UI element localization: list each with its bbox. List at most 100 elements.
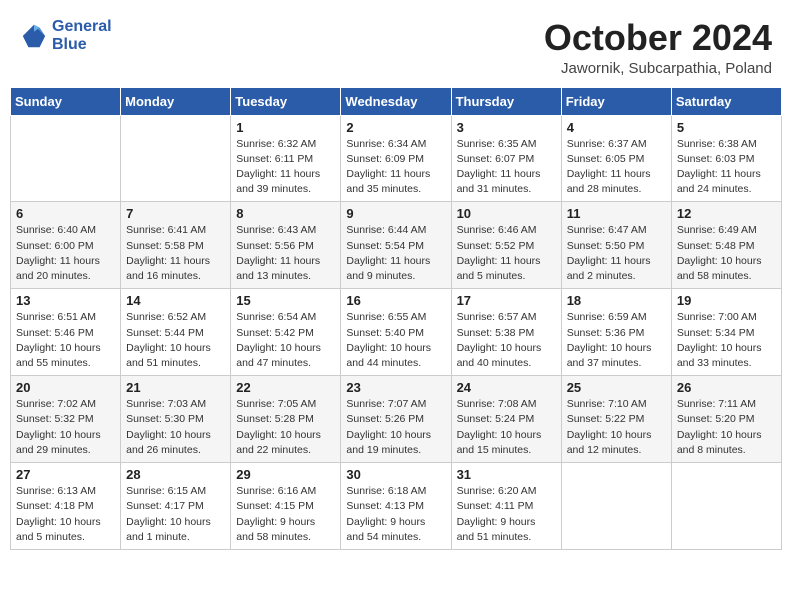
calendar-cell: 8Sunrise: 6:43 AMSunset: 5:56 PMDaylight… (231, 202, 341, 289)
day-info: Sunrise: 6:38 AMSunset: 6:03 PMDaylight:… (677, 137, 776, 198)
page-header: General Blue October 2024 Jawornik, Subc… (10, 10, 782, 81)
day-number: 15 (236, 293, 335, 308)
day-info: Sunrise: 6:32 AMSunset: 6:11 PMDaylight:… (236, 137, 335, 198)
day-number: 16 (346, 293, 445, 308)
day-number: 22 (236, 380, 335, 395)
day-info: Sunrise: 6:55 AMSunset: 5:40 PMDaylight:… (346, 310, 445, 371)
day-info: Sunrise: 6:59 AMSunset: 5:36 PMDaylight:… (567, 310, 666, 371)
calendar-cell: 12 Sunrise: 6:49 AMSunset: 5:48 PMDayligh… (671, 202, 781, 289)
day-info: Sunrise: 6:34 AMSunset: 6:09 PMDaylight:… (346, 137, 445, 198)
day-number: 20 (16, 380, 115, 395)
logo-text: General Blue (52, 18, 112, 53)
day-number: 27 (16, 467, 115, 482)
day-header-thursday: Thursday (451, 87, 561, 115)
day-number: 7 (126, 206, 225, 221)
calendar-cell: 27 Sunrise: 6:13 AMSunset: 4:18 PMDayligh… (11, 463, 121, 550)
calendar-cell: 9Sunrise: 6:44 AMSunset: 5:54 PMDaylight… (341, 202, 451, 289)
calendar-cell: 23 Sunrise: 7:07 AMSunset: 5:26 PMDayligh… (341, 376, 451, 463)
day-info: Sunrise: 7:05 AMSunset: 5:28 PMDaylight:… (236, 397, 335, 458)
day-header-tuesday: Tuesday (231, 87, 341, 115)
day-info: Sunrise: 6:46 AMSunset: 5:52 PMDaylight:… (457, 223, 556, 284)
day-number: 8 (236, 206, 335, 221)
day-info: Sunrise: 6:15 AMSunset: 4:17 PMDaylight:… (126, 484, 225, 545)
calendar-week-3: 13 Sunrise: 6:51 AMSunset: 5:46 PMDayligh… (11, 289, 782, 376)
calendar-cell (671, 463, 781, 550)
day-info: Sunrise: 7:11 AMSunset: 5:20 PMDaylight:… (677, 397, 776, 458)
day-info: Sunrise: 6:52 AMSunset: 5:44 PMDaylight:… (126, 310, 225, 371)
calendar-cell (561, 463, 671, 550)
calendar-week-4: 20Sunrise: 7:02 AMSunset: 5:32 PMDayligh… (11, 376, 782, 463)
day-number: 4 (567, 120, 666, 135)
logo: General Blue (20, 18, 112, 53)
calendar-cell (11, 115, 121, 202)
day-info: Sunrise: 6:51 AMSunset: 5:46 PMDaylight:… (16, 310, 115, 371)
day-info: Sunrise: 7:03 AMSunset: 5:30 PMDaylight:… (126, 397, 225, 458)
day-info: Sunrise: 6:18 AMSunset: 4:13 PMDaylight:… (346, 484, 445, 545)
day-number: 10 (457, 206, 556, 221)
calendar-cell: 1 Sunrise: 6:32 AMSunset: 6:11 PMDaylight… (231, 115, 341, 202)
day-info: Sunrise: 6:35 AMSunset: 6:07 PMDaylight:… (457, 137, 556, 198)
calendar-cell (121, 115, 231, 202)
day-info: Sunrise: 6:54 AMSunset: 5:42 PMDaylight:… (236, 310, 335, 371)
calendar-cell: 7 Sunrise: 6:41 AMSunset: 5:58 PMDaylight… (121, 202, 231, 289)
calendar-cell: 3 Sunrise: 6:35 AMSunset: 6:07 PMDaylight… (451, 115, 561, 202)
day-number: 3 (457, 120, 556, 135)
day-info: Sunrise: 6:13 AMSunset: 4:18 PMDaylight:… (16, 484, 115, 545)
day-info: Sunrise: 6:37 AMSunset: 6:05 PMDaylight:… (567, 137, 666, 198)
day-info: Sunrise: 6:47 AMSunset: 5:50 PMDaylight:… (567, 223, 666, 284)
calendar-cell: 14 Sunrise: 6:52 AMSunset: 5:44 PMDayligh… (121, 289, 231, 376)
day-info: Sunrise: 6:40 AMSunset: 6:00 PMDaylight:… (16, 223, 115, 284)
day-info: Sunrise: 6:20 AMSunset: 4:11 PMDaylight:… (457, 484, 556, 545)
calendar-cell: 18 Sunrise: 6:59 AMSunset: 5:36 PMDayligh… (561, 289, 671, 376)
day-info: Sunrise: 6:44 AMSunset: 5:54 PMDaylight:… (346, 223, 445, 284)
day-number: 1 (236, 120, 335, 135)
day-number: 28 (126, 467, 225, 482)
calendar-week-2: 6 Sunrise: 6:40 AMSunset: 6:00 PMDaylight… (11, 202, 782, 289)
day-number: 29 (236, 467, 335, 482)
calendar-cell: 24 Sunrise: 7:08 AMSunset: 5:24 PMDayligh… (451, 376, 561, 463)
day-info: Sunrise: 6:49 AMSunset: 5:48 PMDaylight:… (677, 223, 776, 284)
day-info: Sunrise: 6:41 AMSunset: 5:58 PMDaylight:… (126, 223, 225, 284)
calendar-week-5: 27 Sunrise: 6:13 AMSunset: 4:18 PMDayligh… (11, 463, 782, 550)
day-info: Sunrise: 7:10 AMSunset: 5:22 PMDaylight:… (567, 397, 666, 458)
day-info: Sunrise: 7:00 AMSunset: 5:34 PMDaylight:… (677, 310, 776, 371)
day-number: 14 (126, 293, 225, 308)
day-number: 19 (677, 293, 776, 308)
day-number: 30 (346, 467, 445, 482)
day-header-wednesday: Wednesday (341, 87, 451, 115)
day-header-saturday: Saturday (671, 87, 781, 115)
calendar-cell: 25 Sunrise: 7:10 AMSunset: 5:22 PMDayligh… (561, 376, 671, 463)
day-number: 18 (567, 293, 666, 308)
calendar-cell: 31Sunrise: 6:20 AMSunset: 4:11 PMDayligh… (451, 463, 561, 550)
calendar-cell: 26 Sunrise: 7:11 AMSunset: 5:20 PMDayligh… (671, 376, 781, 463)
day-header-sunday: Sunday (11, 87, 121, 115)
calendar-cell: 4 Sunrise: 6:37 AMSunset: 6:05 PMDaylight… (561, 115, 671, 202)
day-number: 21 (126, 380, 225, 395)
calendar-cell: 17Sunrise: 6:57 AMSunset: 5:38 PMDayligh… (451, 289, 561, 376)
calendar-cell: 16 Sunrise: 6:55 AMSunset: 5:40 PMDayligh… (341, 289, 451, 376)
day-number: 5 (677, 120, 776, 135)
location-subtitle: Jawornik, Subcarpathia, Poland (544, 60, 772, 77)
day-number: 2 (346, 120, 445, 135)
day-number: 13 (16, 293, 115, 308)
day-number: 6 (16, 206, 115, 221)
day-info: Sunrise: 7:07 AMSunset: 5:26 PMDaylight:… (346, 397, 445, 458)
day-number: 12 (677, 206, 776, 221)
calendar-table: SundayMondayTuesdayWednesdayThursdayFrid… (10, 87, 782, 550)
day-info: Sunrise: 6:57 AMSunset: 5:38 PMDaylight:… (457, 310, 556, 371)
day-number: 26 (677, 380, 776, 395)
calendar-cell: 5 Sunrise: 6:38 AMSunset: 6:03 PMDaylight… (671, 115, 781, 202)
day-info: Sunrise: 7:08 AMSunset: 5:24 PMDaylight:… (457, 397, 556, 458)
month-title: October 2024 (544, 18, 772, 58)
calendar-cell: 6 Sunrise: 6:40 AMSunset: 6:00 PMDaylight… (11, 202, 121, 289)
day-header-friday: Friday (561, 87, 671, 115)
calendar-cell: 10 Sunrise: 6:46 AMSunset: 5:52 PMDayligh… (451, 202, 561, 289)
logo-icon (20, 22, 48, 50)
title-block: October 2024 Jawornik, Subcarpathia, Pol… (544, 18, 772, 77)
day-number: 25 (567, 380, 666, 395)
day-number: 23 (346, 380, 445, 395)
calendar-cell: 30 Sunrise: 6:18 AMSunset: 4:13 PMDayligh… (341, 463, 451, 550)
calendar-cell: 29Sunrise: 6:16 AMSunset: 4:15 PMDayligh… (231, 463, 341, 550)
calendar-cell: 19 Sunrise: 7:00 AMSunset: 5:34 PMDayligh… (671, 289, 781, 376)
day-number: 24 (457, 380, 556, 395)
